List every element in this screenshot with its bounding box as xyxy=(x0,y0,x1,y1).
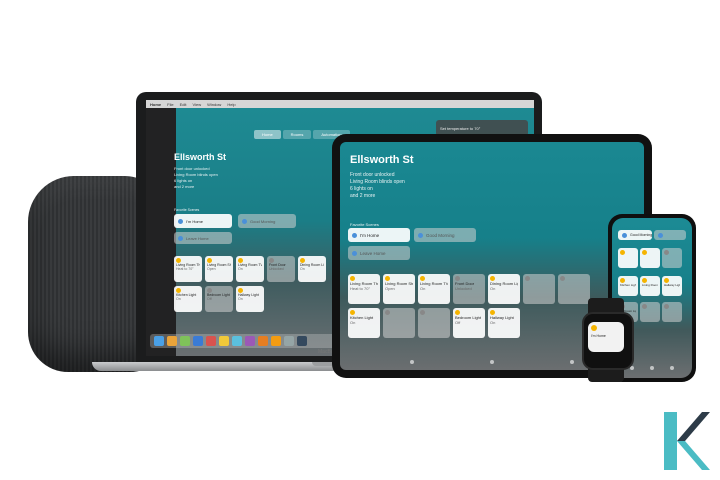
home-app-icon[interactable] xyxy=(271,336,281,346)
app-icon[interactable] xyxy=(180,336,190,346)
accessory-tile[interactable] xyxy=(662,248,682,268)
app-icon[interactable] xyxy=(284,336,294,346)
scene-button[interactable]: Leave Home xyxy=(348,246,410,260)
accessory-tile[interactable] xyxy=(662,302,682,322)
ipad-status: Front door unlocked Living Room blinds o… xyxy=(350,172,405,200)
mac-menu-bar: Home File Edit View Window Help xyxy=(146,100,534,108)
lightbulb-icon xyxy=(642,250,647,255)
sun-icon xyxy=(418,232,423,238)
walk-icon xyxy=(178,235,183,241)
mac-status: Front door unlocked Living Room blinds o… xyxy=(174,166,218,190)
app-icon[interactable] xyxy=(206,336,216,346)
fan-icon xyxy=(560,276,565,281)
tab-automation-dot[interactable] xyxy=(570,360,574,364)
ipad-home-title: Ellsworth St xyxy=(350,154,414,166)
accessory-tile[interactable]: Living Room ThermostatHeat to 70° xyxy=(174,256,202,282)
walk-icon xyxy=(352,250,357,256)
mac-home-title: Ellsworth St xyxy=(174,152,227,162)
accessory-tile[interactable] xyxy=(640,302,660,322)
lightbulb-icon xyxy=(620,250,625,255)
scene-button[interactable]: Good Morning xyxy=(238,214,296,228)
house-icon xyxy=(178,218,183,224)
scene-button[interactable]: I'm Home xyxy=(174,214,232,228)
lightbulb-icon xyxy=(420,310,425,315)
accessory-tile[interactable]: Bedroom Light Off xyxy=(205,286,233,312)
mac-desktop-side xyxy=(146,108,176,356)
tab-rooms-dot[interactable] xyxy=(490,360,494,364)
accessory-tile[interactable]: Living Room ThermostatHeat to 70° xyxy=(348,274,380,304)
menu-item[interactable]: View xyxy=(192,102,201,107)
menu-item[interactable]: Window xyxy=(207,102,221,107)
app-icon[interactable] xyxy=(258,336,268,346)
lock-icon xyxy=(664,304,669,309)
status-line: Front door unlocked xyxy=(350,172,395,178)
watch-scene-label: I'm Home xyxy=(591,334,606,338)
scene-button[interactable] xyxy=(654,230,686,240)
accessory-tile[interactable] xyxy=(558,274,590,304)
accessory-tile[interactable]: Bedroom Light Off xyxy=(453,308,485,338)
scene-button[interactable]: Good Morning xyxy=(618,230,652,240)
house-icon xyxy=(591,325,597,331)
scene-button[interactable]: Leave Home xyxy=(174,232,232,244)
status-line: and 2 more xyxy=(350,193,376,199)
accessory-tile[interactable] xyxy=(618,248,638,268)
tab-rooms-dot[interactable] xyxy=(650,366,654,370)
accessory-tile[interactable]: Kitchen Light On xyxy=(348,308,380,338)
app-icon[interactable] xyxy=(167,336,177,346)
accessory-tile[interactable]: Front Door Unlocked xyxy=(267,256,295,282)
watch-scene-card[interactable]: I'm Home xyxy=(588,322,624,352)
app-icon[interactable] xyxy=(219,336,229,346)
accessory-tile[interactable]: Dining Room LightOn xyxy=(298,256,326,282)
house-icon xyxy=(352,232,357,238)
tab-automation-dot[interactable] xyxy=(670,366,674,370)
accessory-tile[interactable]: Living Room TV On xyxy=(236,256,264,282)
accessory-tile[interactable]: Hallway Light xyxy=(662,276,682,296)
app-icon[interactable] xyxy=(232,336,242,346)
accessory-tile[interactable]: Hallway Light On xyxy=(488,308,520,338)
accessory-tile[interactable] xyxy=(640,248,660,268)
house-icon xyxy=(658,232,663,238)
accessory-tile[interactable] xyxy=(523,274,555,304)
tab-home-dot[interactable] xyxy=(410,360,414,364)
app-icon[interactable] xyxy=(245,336,255,346)
plug-icon xyxy=(525,276,530,281)
menu-item[interactable]: Edit xyxy=(180,102,187,107)
accessory-tile[interactable]: Living Room ShadeOpen xyxy=(383,274,415,304)
accessory-tile[interactable]: Front Door Unlocked xyxy=(453,274,485,304)
plug-icon xyxy=(664,250,669,255)
finder-icon[interactable] xyxy=(154,336,164,346)
ipad-section-label: Favorite Scenes xyxy=(350,222,379,227)
accessory-tile[interactable]: Dining Room LightOn xyxy=(488,274,520,304)
status-line: 6 lights on xyxy=(350,186,373,192)
status-line: Living Room blinds open xyxy=(350,179,405,185)
menu-item[interactable]: Help xyxy=(227,102,235,107)
scene-button[interactable]: Good Morning xyxy=(414,228,476,242)
accessory-tile[interactable]: Hallway Light On xyxy=(236,286,264,312)
accessory-tile[interactable] xyxy=(383,308,415,338)
sun-icon xyxy=(242,218,247,224)
menu-item[interactable]: Home xyxy=(150,102,161,107)
app-icon[interactable] xyxy=(297,336,307,346)
tab-home[interactable]: Home xyxy=(254,130,281,139)
sun-icon xyxy=(622,232,627,238)
menu-item[interactable]: File xyxy=(167,102,173,107)
app-icon[interactable] xyxy=(193,336,203,346)
accessory-tile[interactable]: Living Room Light xyxy=(640,276,660,296)
tab-rooms[interactable]: Rooms xyxy=(282,130,312,139)
accessory-tile[interactable]: Living Room ShadeOpen xyxy=(205,256,233,282)
scene-button[interactable]: I'm Home xyxy=(348,228,410,242)
accessory-tile[interactable]: Kitchen Light On xyxy=(174,286,202,312)
status-line: and 2 more xyxy=(174,184,195,189)
mac-dock xyxy=(150,334,350,348)
fan-icon xyxy=(642,304,647,309)
mac-section-label: Favorite Scenes xyxy=(174,208,200,212)
lightbulb-icon xyxy=(385,310,390,315)
accessory-tile[interactable] xyxy=(418,308,450,338)
brand-logo xyxy=(664,412,710,470)
accessory-tile[interactable]: Living Room TV On xyxy=(418,274,450,304)
accessory-tile[interactable]: Kitchen Light xyxy=(618,276,638,296)
